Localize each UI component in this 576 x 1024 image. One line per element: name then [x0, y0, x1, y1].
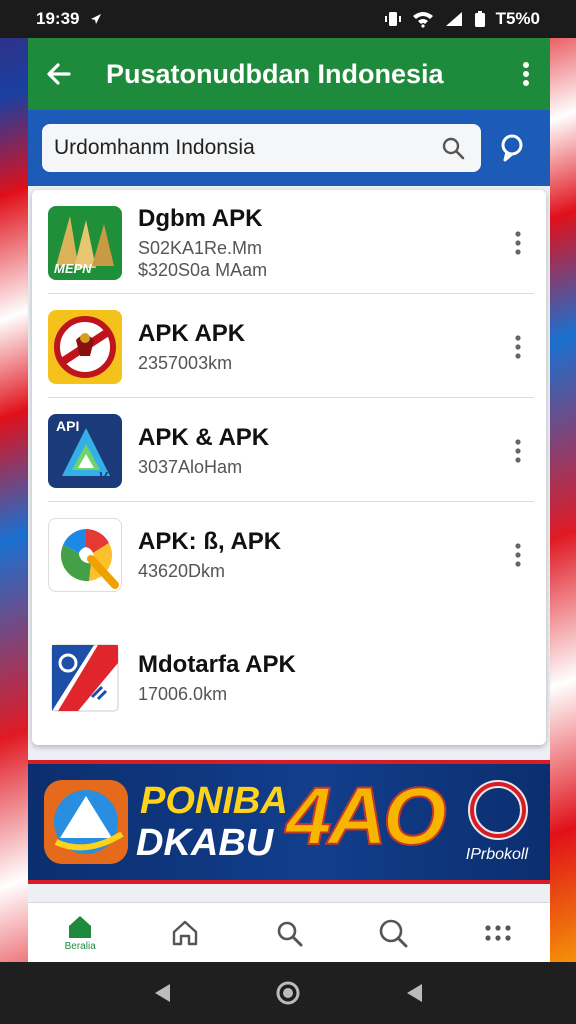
app-bar: Pusatonudbdan Indonesia: [28, 38, 550, 110]
more-vert-icon: [515, 543, 521, 567]
home-filled-icon: [69, 915, 92, 938]
location-pin-button[interactable]: [489, 124, 536, 172]
nav-home-active[interactable]: Beralia: [28, 903, 132, 962]
vibrate-icon: [384, 12, 401, 26]
app-bar-title: Pusatonudbdan Indonesia: [106, 58, 444, 89]
divider: [48, 397, 534, 398]
app-meta: S02KA1Re.Mm: [138, 238, 263, 258]
status-time: 19:39: [36, 9, 80, 28]
apps-grid-icon: [485, 924, 511, 941]
search-icon: [380, 919, 408, 947]
banner-headline: 4AO: [285, 770, 448, 863]
divider: [48, 293, 534, 294]
list-item[interactable]: APK: ß, APK 43620Dkm: [32, 504, 546, 606]
app-icon-sublabel: VX: [98, 469, 116, 484]
app-icon: API VX: [48, 414, 122, 488]
home-outline-icon: [172, 920, 197, 945]
battery-icon: [474, 11, 485, 27]
divider: [48, 501, 534, 502]
item-menu-button[interactable]: [498, 317, 538, 377]
app-name: APK & APK: [138, 424, 270, 451]
list-item[interactable]: MEPN Dgbm APK S02KA1Re.Mm $320S0a MAam: [32, 192, 546, 294]
battery-text: T5%0: [495, 9, 540, 28]
nav-home[interactable]: [132, 903, 236, 962]
app-icon-label: MEPN: [54, 261, 92, 276]
list-item[interactable]: API VX APK & APK 3037AloHam: [32, 400, 546, 502]
list-item[interactable]: Mdotarfa APK 17006.0km: [32, 626, 546, 730]
banner-subtitle: IPrbokoll: [465, 846, 528, 863]
item-menu-button[interactable]: [498, 213, 538, 273]
app-name: Mdotarfa APK: [138, 651, 296, 678]
back-button[interactable]: [28, 38, 90, 110]
search-icon[interactable]: [437, 132, 469, 164]
app-meta: 43620Dkm: [138, 561, 226, 581]
status-bar: 19:39 T5%0: [0, 0, 576, 38]
promo-banner[interactable]: PONIBA DKABU 4AO IPrbokoll: [28, 760, 550, 884]
search-box[interactable]: [42, 124, 481, 172]
app-icon: [48, 310, 122, 384]
search-bar: [28, 110, 550, 186]
search-icon: [277, 921, 303, 946]
wifi-icon: [412, 12, 433, 28]
signal-icon: [445, 12, 462, 26]
app-icon: MEPN: [48, 206, 122, 280]
app-name: APK APK: [138, 320, 246, 347]
more-vert-icon: [515, 231, 521, 255]
nav-home-label: Beralia: [64, 940, 96, 952]
back-arrow-icon: [47, 63, 71, 85]
app-meta: 17006.0km: [138, 684, 228, 704]
navigation-arrow-icon: [91, 14, 102, 24]
nav-search-alt[interactable]: [341, 903, 445, 962]
app-icon: [48, 641, 122, 715]
more-vert-icon: [523, 62, 529, 86]
app-icon-label: API: [56, 418, 80, 434]
item-menu-button[interactable]: [498, 525, 538, 585]
more-vert-icon: [515, 439, 521, 463]
bottom-nav: Beralia: [28, 902, 550, 962]
overflow-menu-button[interactable]: [502, 38, 550, 110]
more-vert-icon: [515, 335, 521, 359]
location-pin-icon: [501, 134, 523, 162]
app-meta: 2357003km: [138, 353, 233, 373]
search-input[interactable]: [54, 136, 437, 160]
banner-line-2: DKABU: [136, 822, 274, 864]
home-circle-icon[interactable]: [275, 980, 301, 1006]
system-nav-bar: [0, 962, 576, 1024]
app-meta: 3037AloHam: [138, 457, 243, 477]
back-triangle-icon[interactable]: [152, 982, 172, 1004]
item-menu-button[interactable]: [498, 421, 538, 481]
recents-triangle-icon[interactable]: [404, 982, 424, 1004]
banner-line-1: PONIBA: [140, 780, 288, 822]
app-list: MEPN Dgbm APK S02KA1Re.Mm $320S0a MAam A…: [32, 190, 546, 745]
nav-more[interactable]: [446, 903, 550, 962]
banner-ring-icon: [468, 780, 528, 840]
app-name: Dgbm APK: [138, 205, 263, 232]
banner-logo-icon: [44, 780, 128, 864]
app-name: APK: ß, APK: [138, 528, 282, 555]
nav-search[interactable]: [237, 903, 341, 962]
list-item[interactable]: APK APK 2357003km: [32, 296, 546, 398]
app-icon: [48, 518, 122, 592]
phone-screen: 19:39 T5%0 Pusatonudbdan Indonesia Urdom…: [0, 0, 576, 1024]
app-meta-secondary: $320S0a MAam: [138, 260, 268, 280]
